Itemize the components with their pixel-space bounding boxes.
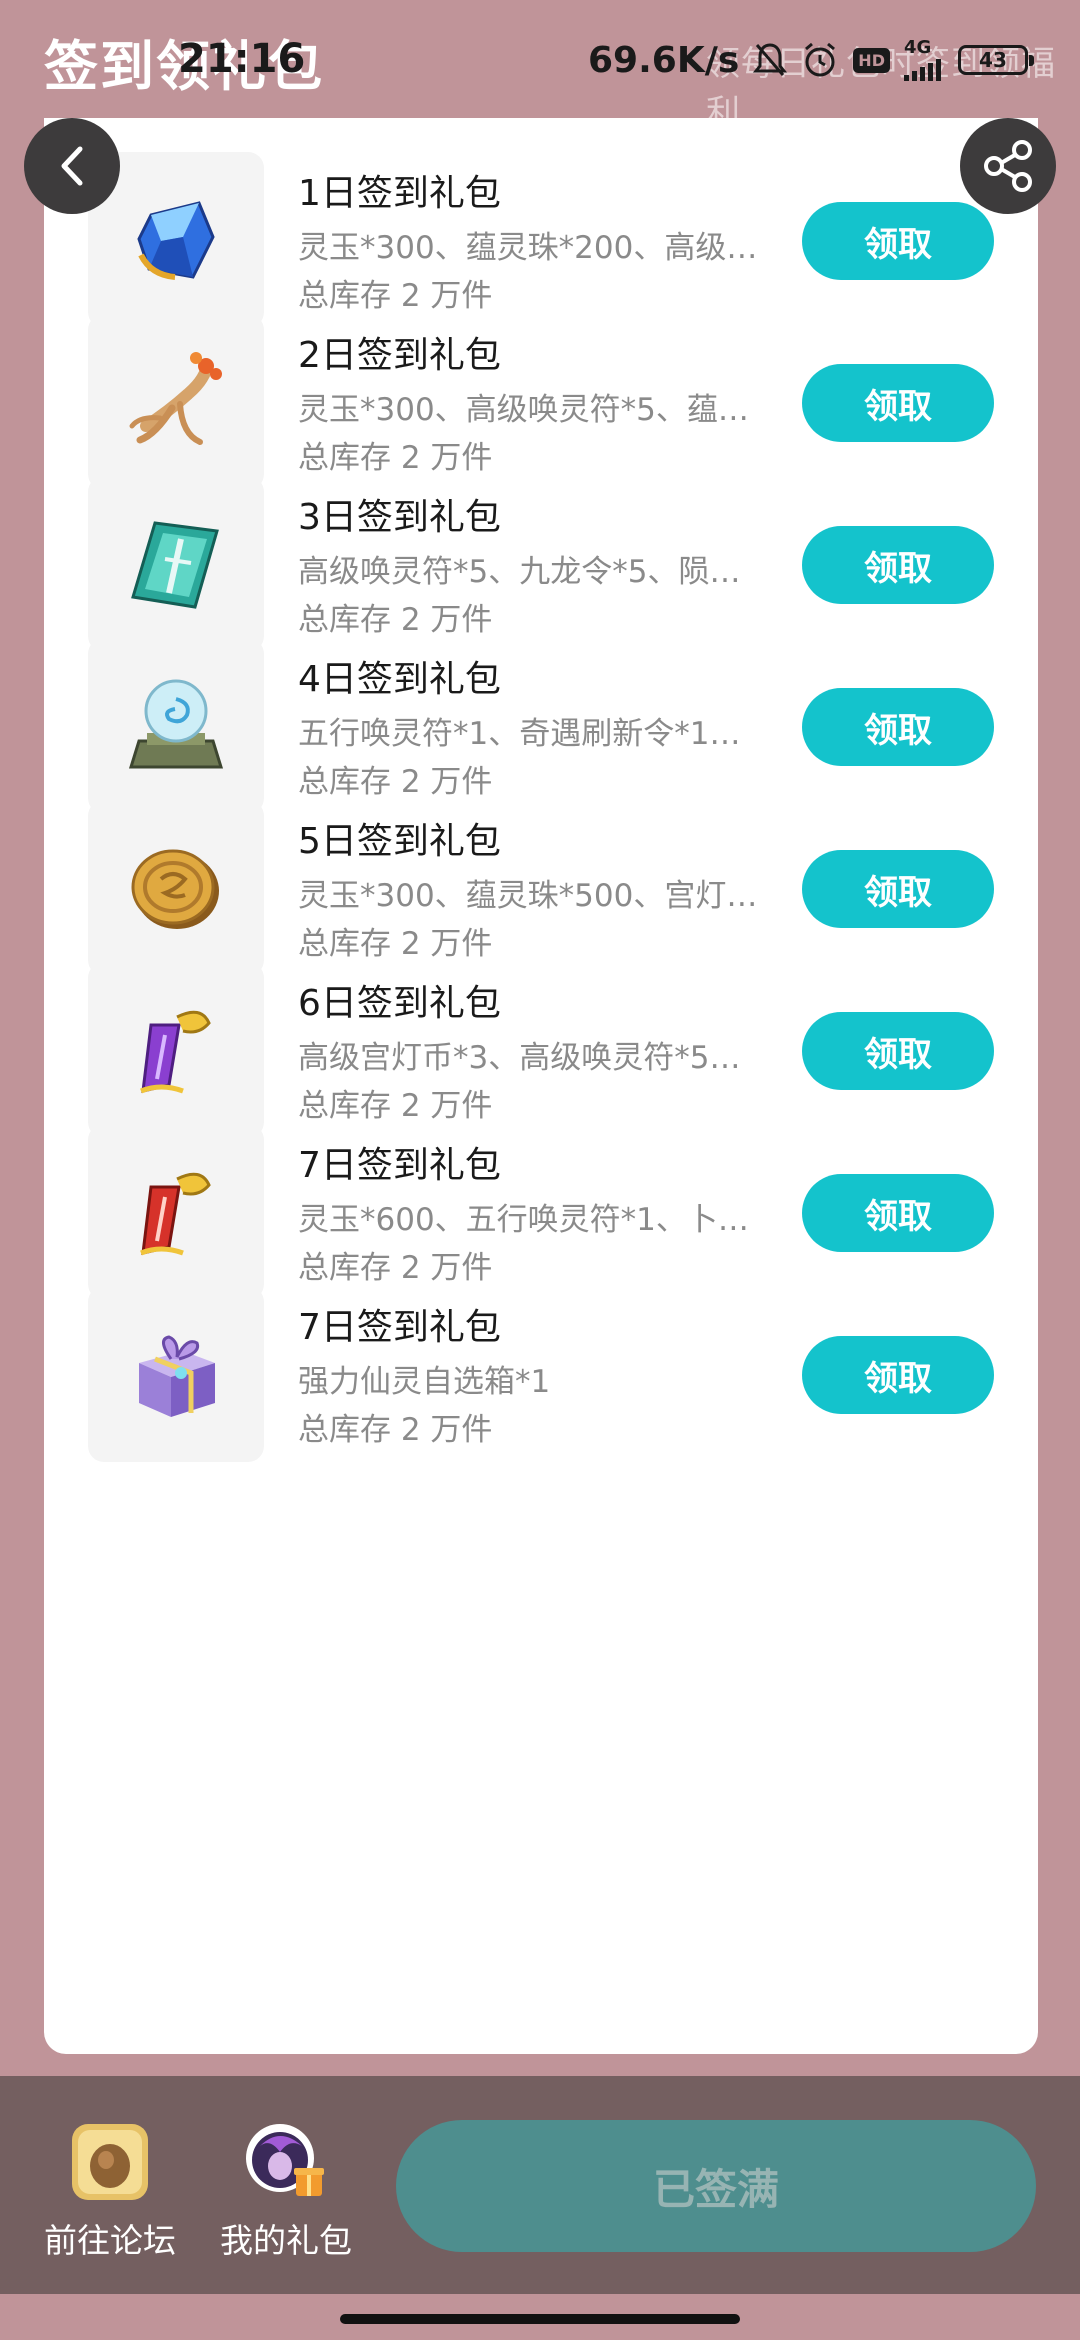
claim-button[interactable]: 领取 — [802, 202, 994, 280]
forum-label: 前往论坛 — [44, 2221, 176, 2260]
gift-description: 高级唤灵符*5、九龙令*5、陨星碎片*10 — [298, 554, 766, 590]
gift-title: 4日签到礼包 — [298, 659, 501, 700]
back-button[interactable] — [24, 118, 120, 214]
claim-button[interactable]: 领取 — [802, 688, 994, 766]
my-gifts-label: 我的礼包 — [220, 2221, 352, 2260]
chevron-left-icon — [61, 146, 83, 186]
home-indicator[interactable] — [340, 2314, 740, 2324]
claim-button[interactable]: 领取 — [802, 850, 994, 928]
forum-nav-item[interactable]: 前往论坛 — [30, 2122, 190, 2262]
status-time: 21:16 — [178, 36, 306, 82]
claim-button[interactable]: 领取 — [802, 1012, 994, 1090]
gift-stock: 总库存 2 万件 — [298, 1412, 493, 1448]
bell-muted-icon — [753, 41, 788, 79]
gift-box-icon — [88, 1286, 264, 1462]
gift-title: 1日签到礼包 — [298, 173, 501, 214]
gift-description: 灵玉*300、蕴灵珠*500、宫灯币*2 — [298, 878, 766, 914]
share-button[interactable] — [960, 118, 1056, 214]
status-icons: 69.6K/s HD 4G 43 — [588, 37, 1034, 82]
avatar-gift-icon — [246, 2122, 326, 2202]
network-speed: 69.6K/s — [588, 39, 740, 81]
network-type: 4G — [903, 37, 932, 58]
forum-icon — [70, 2122, 150, 2202]
gift-description: 五行唤灵符*1、奇遇刷新令*1、灵玉*300 — [298, 716, 766, 752]
gift-list: 1日签到礼包 灵玉*300、蕴灵珠*200、高级唤灵符*1 总库存 2 万件 领… — [44, 118, 1038, 2054]
bottom-bar: 前往论坛 我的礼包 已签满 — [0, 2076, 1080, 2294]
gift-description: 灵玉*300、高级唤灵符*5、蕴灵珠*300 — [298, 392, 766, 428]
gift-title: 5日签到礼包 — [298, 821, 501, 862]
claim-button[interactable]: 领取 — [802, 1336, 994, 1414]
gift-title: 6日签到礼包 — [298, 983, 501, 1024]
claim-button[interactable]: 领取 — [802, 526, 994, 604]
gift-description: 灵玉*300、蕴灵珠*200、高级唤灵符*1 — [298, 230, 766, 266]
battery-icon: 43 — [957, 45, 1034, 75]
alarm-icon — [801, 41, 839, 79]
signed-full-button[interactable]: 已签满 — [396, 2120, 1036, 2252]
claim-button[interactable]: 领取 — [802, 1174, 994, 1252]
claim-button[interactable]: 领取 — [802, 364, 994, 442]
hd-badge: HD — [853, 47, 890, 73]
share-icon — [984, 140, 1032, 192]
top-bar: 签到领礼包 领每日礼包时签到领福利 21:16 69.6K/s HD 4G 43 — [0, 0, 1080, 133]
gift-description: 高级宫灯币*3、高级唤灵符*5、灵玉*300 — [298, 1040, 766, 1076]
gift-row: 7日签到礼包 强力仙灵自选箱*1 总库存 2 万件 领取 — [44, 1252, 1038, 1494]
signal-icon: 4G — [903, 37, 944, 81]
gift-title: 7日签到礼包 — [298, 1145, 501, 1186]
gift-description: 灵玉*600、五行唤灵符*1、卜卦令*5 — [298, 1202, 766, 1238]
gift-title: 2日签到礼包 — [298, 335, 501, 376]
gift-description: 强力仙灵自选箱*1 — [298, 1364, 551, 1400]
my-gifts-nav-item[interactable]: 我的礼包 — [206, 2122, 366, 2262]
gift-title: 7日签到礼包 — [298, 1307, 501, 1348]
gift-title: 3日签到礼包 — [298, 497, 501, 538]
